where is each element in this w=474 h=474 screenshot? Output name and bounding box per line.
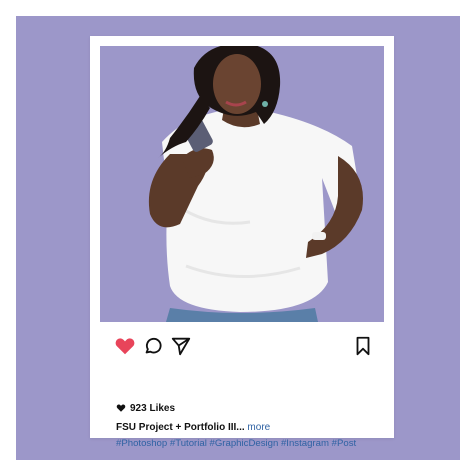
instagram-post-card: 923 Likes FSU Project + Portfolio III...… [90, 36, 394, 449]
send-icon[interactable] [170, 335, 192, 357]
likes-label: 923 Likes [130, 402, 176, 414]
post-caption: FSU Project + Portfolio III... more [116, 422, 386, 433]
photo-illustration [100, 46, 384, 322]
heart-icon[interactable] [114, 335, 136, 357]
bookmark-icon[interactable] [352, 335, 374, 357]
caption-more-link[interactable]: more [247, 422, 270, 433]
caption-title: FSU Project + Portfolio III... [116, 422, 245, 433]
post-photo[interactable] [100, 46, 384, 322]
heart-icon [116, 404, 126, 412]
post-hashtags[interactable]: #Photoshop #Tutorial #GraphicDesign #Ins… [116, 438, 388, 449]
post-actions [114, 335, 374, 357]
likes-count[interactable]: 923 Likes [116, 400, 175, 416]
comment-icon[interactable] [142, 335, 164, 357]
